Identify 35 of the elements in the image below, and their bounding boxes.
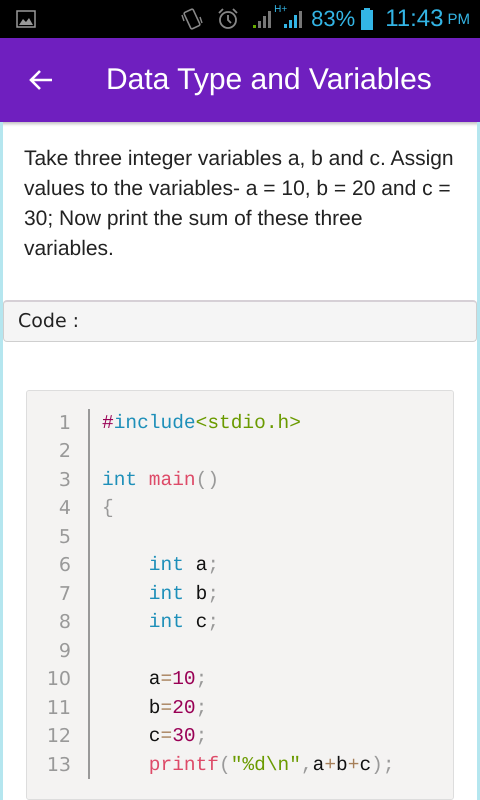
code-line: int b; — [148, 582, 220, 605]
line-number: 7 — [58, 582, 72, 605]
code-line: a=10; — [148, 668, 208, 690]
battery-icon — [361, 8, 374, 30]
back-arrow-icon — [28, 68, 54, 92]
image-icon — [16, 9, 36, 29]
line-number: 4 — [58, 497, 72, 520]
line-number: 9 — [58, 640, 72, 662]
clock-meridiem: PM — [448, 12, 470, 26]
clock-time: 11:43 — [385, 7, 444, 31]
vibrate-icon — [180, 7, 204, 31]
page-title: Data Type and Variables — [106, 63, 432, 97]
question-text: Take three integer variables a, b and c. Assign values to the variables- a = 10, b = 20 and c = 30; Now print the sum of these three variables. — [23, 146, 455, 262]
line-number: 3 — [58, 468, 72, 491]
code-line: { — [102, 497, 114, 520]
network-type: H+ — [274, 4, 288, 15]
code-line: int c; — [148, 611, 220, 634]
code-line: int a; — [148, 554, 220, 576]
line-number: 5 — [58, 526, 72, 548]
code-label: Code : — [18, 310, 80, 332]
line-number: 10 — [46, 668, 72, 690]
code-line: b=20; — [148, 696, 208, 719]
code-line: c=30; — [148, 725, 208, 748]
line-number: 6 — [58, 554, 72, 576]
line-number: 8 — [58, 611, 72, 634]
line-number: 11 — [46, 696, 72, 719]
alarm-icon — [216, 7, 240, 31]
line-number: 12 — [46, 725, 72, 748]
battery-percent: 83% — [311, 8, 356, 30]
line-number: 2 — [58, 440, 72, 462]
line-number: 1 — [58, 412, 72, 434]
code-line: #include<stdio.h> — [102, 412, 301, 434]
code-line: printf("%d\n",a+b+c); — [148, 754, 395, 776]
line-number: 13 — [46, 754, 72, 776]
code-line: int main() — [102, 468, 220, 491]
